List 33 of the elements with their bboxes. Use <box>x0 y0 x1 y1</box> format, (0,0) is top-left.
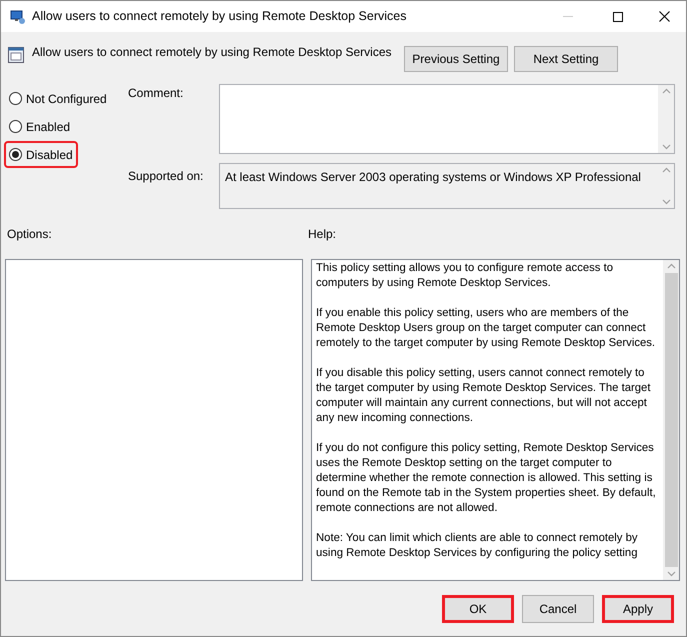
nav-button[interactable]: Next Setting <box>514 46 618 72</box>
window-title: Allow users to connect remotely by using Remote Desktop Services <box>32 8 406 26</box>
comment-label: Comment: <box>127 85 184 102</box>
scroll-down-icon[interactable] <box>666 571 676 577</box>
dialog-button[interactable]: OK <box>442 595 514 623</box>
help-paragraph: Note: You can limit which clients are able to connect remotely by using Remote Desktop Services by configuring the policy setting <box>316 531 639 561</box>
scroll-up-icon[interactable] <box>662 167 670 173</box>
radio-option[interactable]: Disabled <box>6 143 76 166</box>
dialog-button[interactable]: Cancel <box>522 595 594 623</box>
nav-button[interactable]: Previous Setting <box>404 46 508 72</box>
supported-on-label: Supported on: <box>127 168 204 185</box>
minimize-icon[interactable] <box>563 16 573 18</box>
scroll-down-icon[interactable] <box>662 144 670 150</box>
help-paragraph: This policy setting allows you to configure remote access to computers by using Remote Desktop Services. <box>316 261 614 291</box>
computer-icon <box>10 8 26 24</box>
help-paragraph: If you disable this policy setting, users cannot connect remotely to the target computer by using Remote Desktop Services. The target computer will maintain any current connections, but will not accept any new incoming connections. <box>316 366 652 426</box>
comment-field[interactable] <box>219 84 675 154</box>
supported-on-text: At least Windows Server 2003 operating systems or Windows XP Professional <box>224 169 642 186</box>
maximize-icon[interactable] <box>613 12 623 22</box>
close-icon[interactable] <box>659 11 670 22</box>
policy-icon <box>8 47 24 63</box>
options-label: Options: <box>6 226 53 243</box>
scroll-up-icon[interactable] <box>662 88 670 94</box>
scroll-up-icon[interactable] <box>666 263 676 269</box>
help-paragraph: If you do not configure this policy setting, Remote Desktop Services uses the Remote Desktop setting on the target computer to determine whether the remote connection is allowed. This setting is found on the Remote tab in the System properties sheet. By default, remote connections are not allowed. <box>316 441 657 516</box>
scrollbar-thumb[interactable] <box>664 273 678 567</box>
help-label: Help: <box>308 226 336 243</box>
help-paragraph: If you enable this policy setting, users who are members of the Remote Desktop Users group on the target computer can connect remotely to the target computer by using Remote Desktop Services. <box>316 306 656 351</box>
dialog-button[interactable]: Apply <box>602 595 674 623</box>
radio-option[interactable]: Not Configured <box>6 87 110 110</box>
radio-option[interactable]: Enabled <box>6 115 74 138</box>
setting-name: Allow users to connect remotely by using Remote Desktop Services <box>32 44 392 60</box>
scroll-down-icon[interactable] <box>662 199 670 205</box>
